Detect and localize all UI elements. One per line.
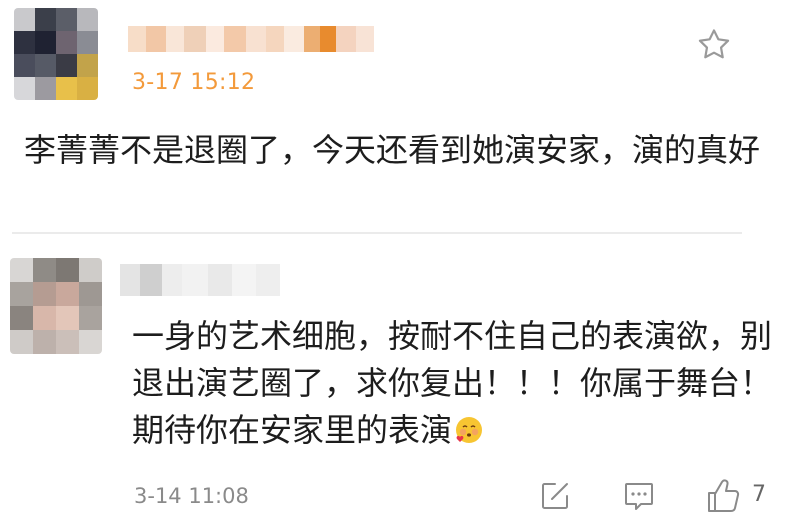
comment-timestamp: 3-17 15:12 xyxy=(132,70,256,95)
star-outline-icon[interactable] xyxy=(695,26,733,64)
comment-bubble-icon[interactable] xyxy=(622,479,656,513)
comment-timestamp: 3-14 11:08 xyxy=(134,484,249,508)
comment-text-content: 一身的艺术细胞，按耐不住自己的表演欲，别退出演艺圈了，求你复出！！！你属于舞台！… xyxy=(132,317,773,449)
blushing-face-with-hearts-emoji xyxy=(456,417,483,443)
username-blurred[interactable] xyxy=(120,264,280,296)
like-count: 7 xyxy=(752,482,766,507)
comment-divider xyxy=(12,232,742,234)
avatar[interactable] xyxy=(10,258,102,354)
edit-share-icon[interactable] xyxy=(538,479,572,513)
avatar[interactable] xyxy=(14,8,98,100)
thumbs-up-icon[interactable] xyxy=(705,476,741,514)
comment-text: 李菁菁不是退圈了，今天还看到她演安家，演的真好 xyxy=(24,131,761,169)
comment-text: 一身的艺术细胞，按耐不住自己的表演欲，别退出演艺圈了，求你复出！！！你属于舞台！… xyxy=(132,313,772,454)
username-blurred[interactable] xyxy=(128,26,374,52)
